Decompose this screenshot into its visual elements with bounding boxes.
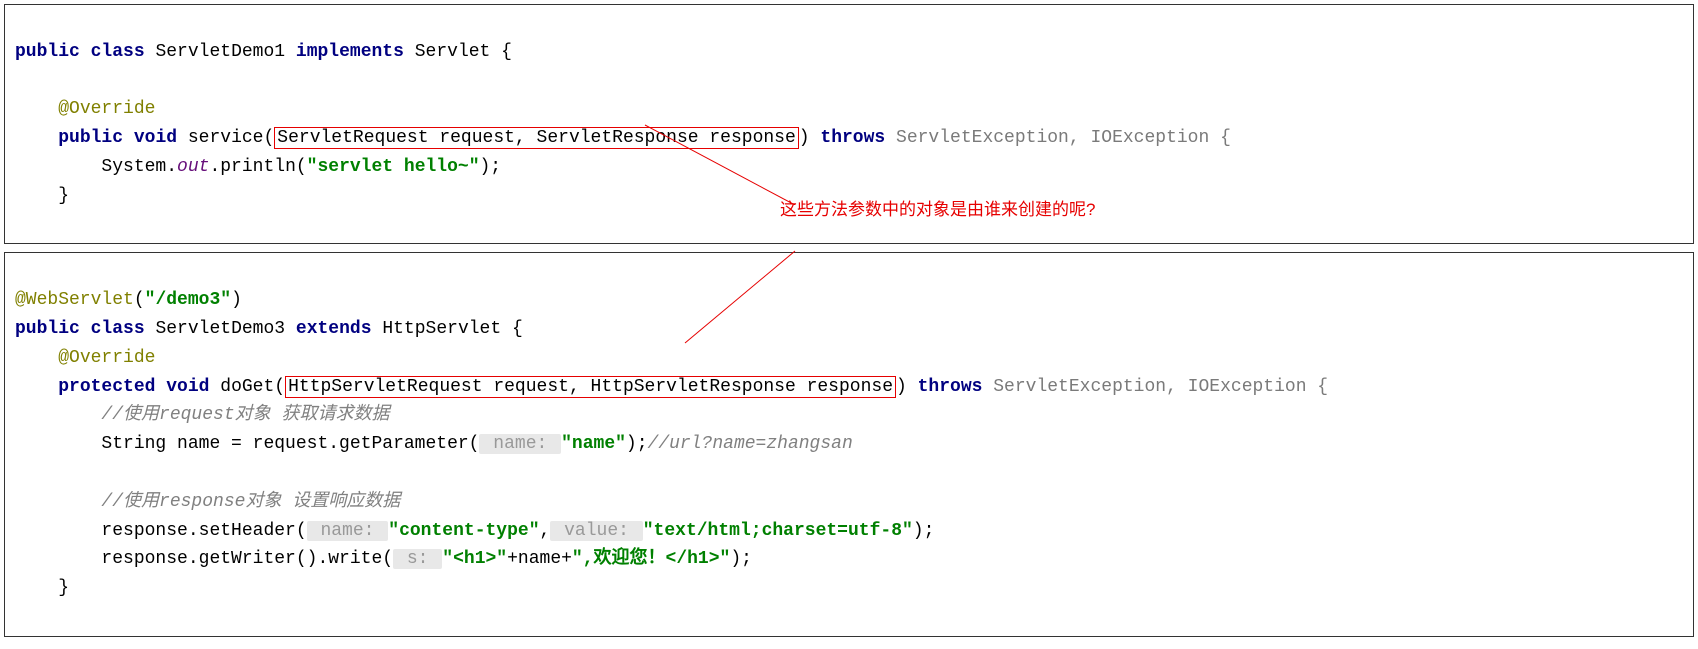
params-highlight-1: ServletRequest request, ServletResponse … [274,127,798,149]
code: System. [101,157,177,177]
keyword: public [15,319,80,339]
code: ); [913,521,935,541]
comment: //使用request对象 获取请求数据 [101,405,389,425]
paren: ) [896,377,907,397]
keyword: public [15,42,80,62]
code: response.setHeader( [101,521,306,541]
string: "text/html;charset=utf-8" [643,521,913,541]
param-hint: s: [393,549,442,569]
string: "/demo3" [145,290,231,310]
code: String name = request.getParameter( [101,434,479,454]
code: .println( [209,157,306,177]
keyword: class [91,42,145,62]
keyword: class [91,319,145,339]
keyword: public [58,128,123,148]
type: HttpServlet { [382,319,522,339]
code: ); [730,549,752,569]
annotation: @WebServlet [15,290,134,310]
code: ); [480,157,502,177]
annotation: @Override [58,348,155,368]
keyword: protected [58,377,155,397]
exception-types: ServletException, IOException { [896,128,1231,148]
class-name: ServletDemo1 [155,42,285,62]
keyword: implements [296,42,404,62]
callout-line-2 [5,243,1685,373]
param-hint: name: [307,521,389,541]
paren: ) [231,290,242,310]
paren: ) [799,128,810,148]
code: response.getWriter().write( [101,549,393,569]
callout-text: 这些方法参数中的对象是由谁来创建的呢? [780,196,1095,223]
code: +name+ [507,549,572,569]
comment: //使用response对象 设置响应数据 [101,492,400,512]
string: "content-type" [388,521,539,541]
string: "servlet hello~" [307,157,480,177]
annotation: @Override [58,99,155,119]
type: Servlet { [415,42,512,62]
string: "<h1>" [442,549,507,569]
keyword: void [134,128,177,148]
keyword: throws [918,377,983,397]
string: ",欢迎您！</h1>" [572,549,730,569]
code: ); [626,434,648,454]
method: doGet( [220,377,285,397]
exception-types: ServletException, IOException { [993,377,1328,397]
comment: //url?name=zhangsan [648,434,853,454]
code: , [540,521,551,541]
method: service( [188,128,274,148]
keyword: throws [820,128,885,148]
paren: ( [134,290,145,310]
keyword: extends [296,319,372,339]
param-hint: value: [550,521,642,541]
class-name: ServletDemo3 [155,319,285,339]
static-field: out [177,157,209,177]
brace: } [15,186,69,206]
string: "name" [561,434,626,454]
param-hint: name: [479,434,561,454]
code-box-2: @WebServlet("/demo3") public class Servl… [4,252,1694,636]
params-highlight-2: HttpServletRequest request, HttpServletR… [285,376,896,398]
brace: } [15,578,69,598]
keyword: void [166,377,209,397]
